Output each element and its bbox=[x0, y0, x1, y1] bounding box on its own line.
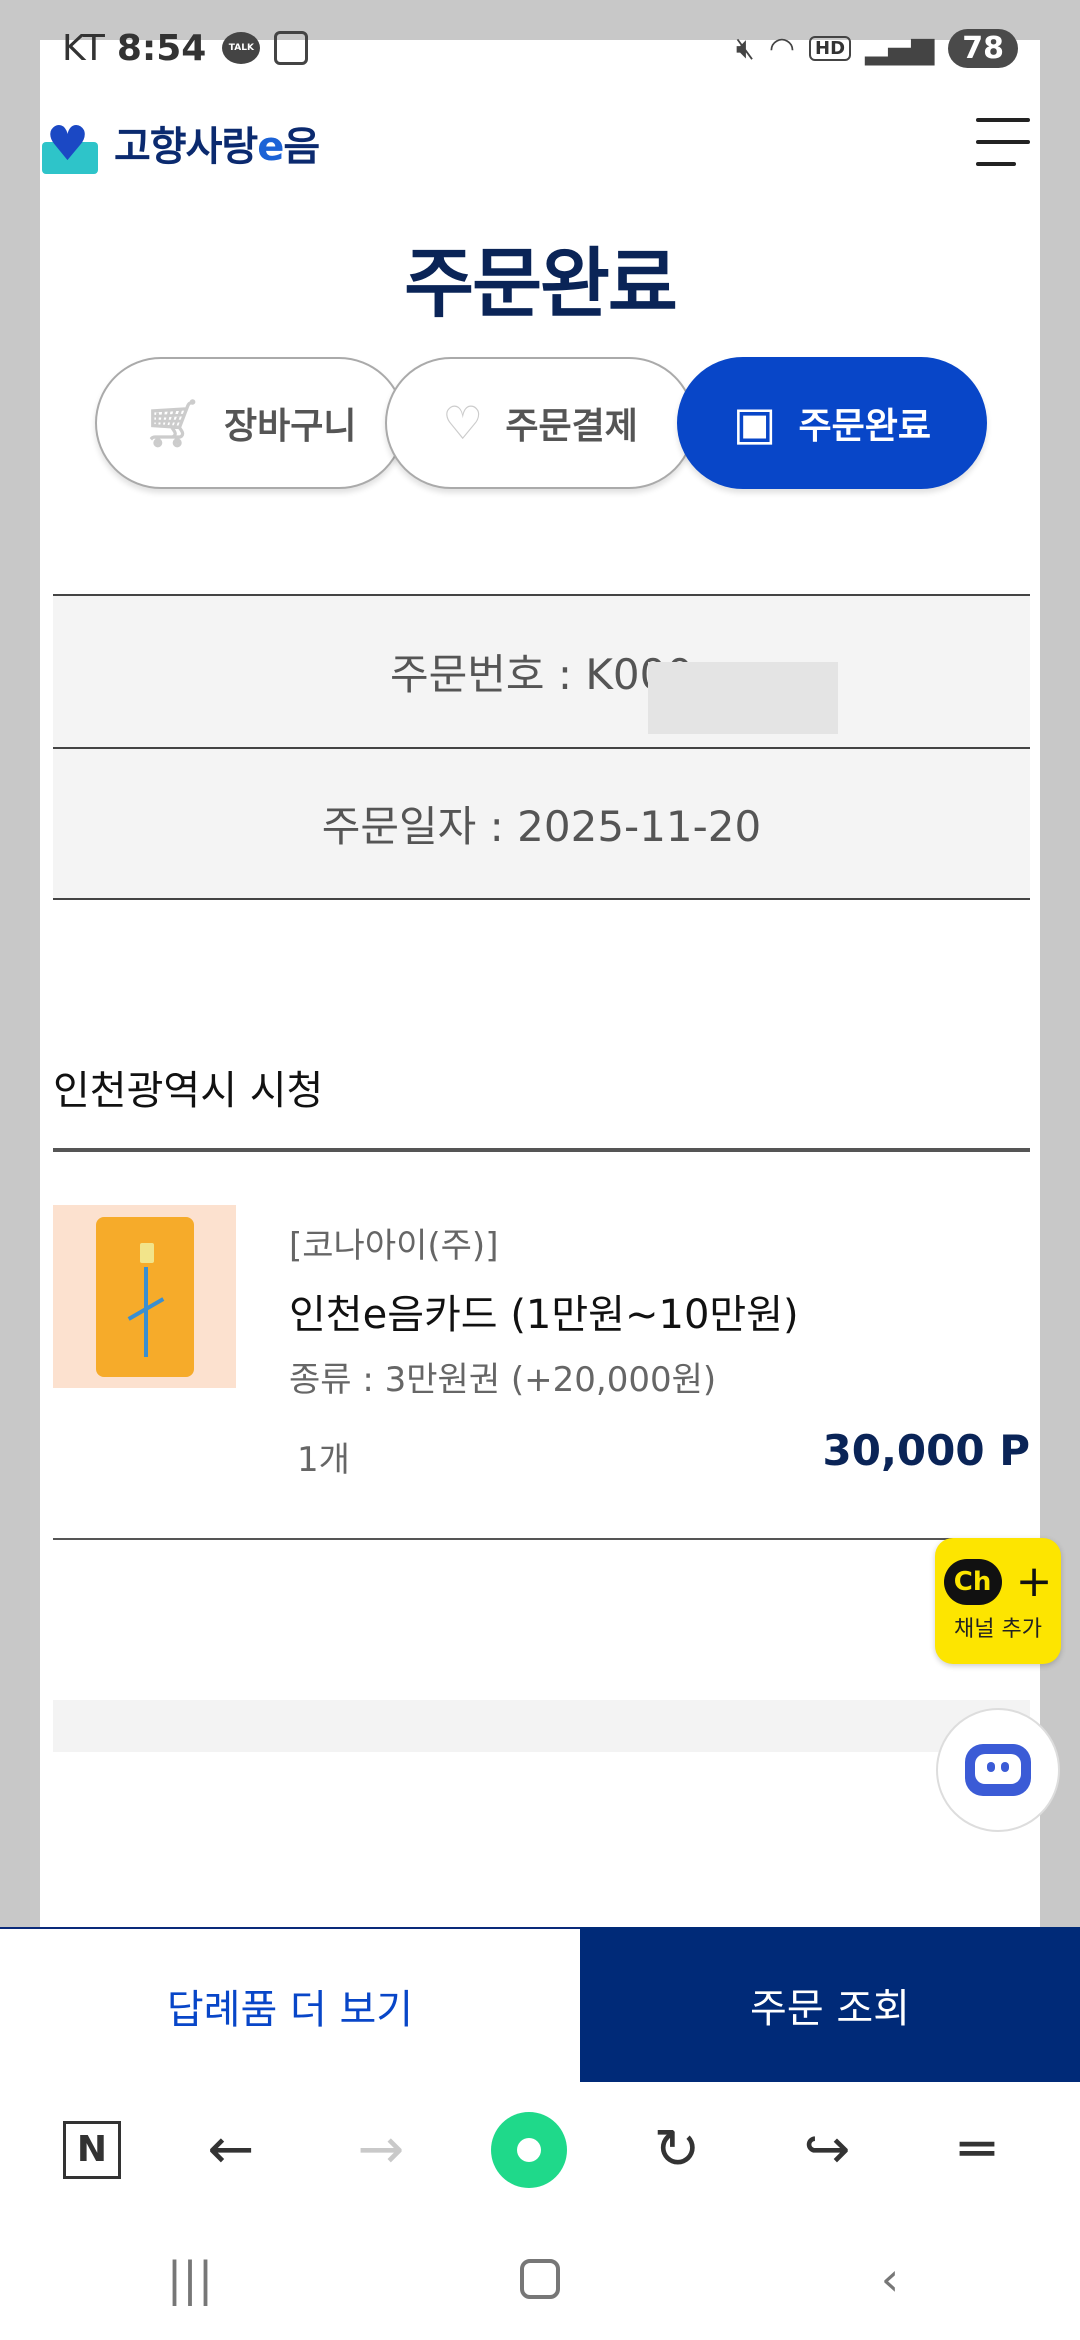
page-title: 주문완료 bbox=[404, 239, 678, 328]
order-info: 주문번호 : K000 주문일자 : 2025-11-20 bbox=[53, 594, 1030, 900]
browser-toolbar: N ← → ↻ ↪ ═ bbox=[0, 2082, 1080, 2217]
order-date-row: 주문일자 : 2025-11-20 bbox=[53, 747, 1030, 900]
green-dot-icon[interactable] bbox=[491, 2111, 567, 2188]
product-quantity: 1개 bbox=[297, 1440, 350, 1480]
cart-icon: 🛒︎ bbox=[143, 395, 202, 450]
plus-icon: + bbox=[1015, 1556, 1053, 1607]
status-icons: 🔇︎ ◠ HD ▂▄▆ 78 bbox=[735, 28, 1018, 68]
order-number-row: 주문번호 : K000 bbox=[53, 594, 1030, 747]
robot-icon bbox=[965, 1744, 1031, 1796]
recent-apps-icon[interactable]: ||| bbox=[140, 2252, 240, 2306]
product-name[interactable]: 인천e음카드 (1만원~10만원) bbox=[289, 1282, 799, 1340]
redaction-mask bbox=[648, 662, 838, 734]
mute-icon: 🔇︎ bbox=[735, 30, 755, 66]
order-steps: 🛒︎ 장바구니 ♡ 주문결제 ▣ 주문완료 bbox=[95, 357, 987, 489]
product-option: 종류 : 3만원권 (+20,000원) bbox=[289, 1360, 717, 1400]
back-arrow-icon[interactable]: ← bbox=[191, 2110, 271, 2190]
step-payment: ♡ 주문결제 bbox=[385, 357, 695, 489]
heart-circle-icon: ♡ bbox=[442, 396, 484, 450]
system-back-icon[interactable]: ‹ bbox=[840, 2252, 940, 2306]
volte-hd-icon: HD bbox=[809, 35, 852, 61]
heart-box-logo-icon: ♥ bbox=[40, 112, 100, 174]
more-gifts-button[interactable]: 답례품 더 보기 bbox=[0, 1927, 580, 2082]
step-label: 주문완료 bbox=[798, 406, 931, 447]
store-name: 인천광역시 시청 bbox=[53, 1068, 324, 1114]
system-nav-bar: ||| ‹ bbox=[0, 2217, 1080, 2340]
step-label: 주문결제 bbox=[505, 406, 638, 447]
status-bar: KT 8:54 TALK 🔇︎ ◠ HD ▂▄▆ 78 bbox=[0, 0, 1080, 96]
home-icon[interactable] bbox=[520, 2258, 560, 2299]
screenshot-notification-icon bbox=[274, 31, 309, 65]
site-logo[interactable]: ♥ 고향사랑e음 bbox=[40, 112, 320, 174]
signal-icon: ▂▄▆ bbox=[865, 30, 935, 66]
battery-indicator: 78 bbox=[948, 28, 1018, 68]
order-lookup-button[interactable]: 주문 조회 bbox=[580, 1927, 1080, 2082]
share-icon[interactable]: ↪ bbox=[787, 2110, 867, 2190]
kakao-channel-icon: Ch bbox=[943, 1559, 1002, 1605]
product-vendor: [코나아이(주)] bbox=[289, 1226, 499, 1266]
forward-arrow-icon[interactable]: → bbox=[341, 2110, 421, 2190]
logo-text: 고향사랑e음 bbox=[114, 124, 320, 170]
order-date: 주문일자 : 2025-11-20 bbox=[321, 802, 762, 851]
product-price: 30,000 P bbox=[822, 1426, 1030, 1475]
wifi-icon: ◠ bbox=[768, 30, 796, 66]
kakaotalk-notification-icon: TALK bbox=[222, 32, 261, 64]
step-complete: ▣ 주문완료 bbox=[677, 357, 987, 489]
divider bbox=[53, 1538, 1030, 1540]
clock: 8:54 bbox=[116, 27, 207, 69]
hamburger-menu-icon[interactable] bbox=[976, 118, 1030, 174]
kakao-channel-add-button[interactable]: Ch + 채널 추가 bbox=[935, 1538, 1061, 1664]
channel-add-label: 채널 추가 bbox=[954, 1617, 1042, 1642]
step-label: 장바구니 bbox=[223, 406, 357, 447]
product-thumbnail[interactable] bbox=[53, 1205, 236, 1388]
summary-bar bbox=[53, 1700, 1030, 1752]
card-image bbox=[95, 1216, 194, 1377]
step-cart: 🛒︎ 장바구니 bbox=[95, 357, 405, 489]
carrier-label: KT bbox=[62, 27, 105, 69]
menu-lines-icon[interactable]: ═ bbox=[937, 2110, 1017, 2190]
refresh-icon[interactable]: ↻ bbox=[637, 2110, 717, 2190]
chatbot-button[interactable] bbox=[936, 1708, 1060, 1832]
naver-home-icon[interactable]: N bbox=[63, 2120, 121, 2179]
save-icon: ▣ bbox=[733, 396, 777, 450]
bottom-action-bar: 답례품 더 보기 주문 조회 bbox=[0, 1927, 1080, 2082]
divider bbox=[53, 1148, 1030, 1152]
